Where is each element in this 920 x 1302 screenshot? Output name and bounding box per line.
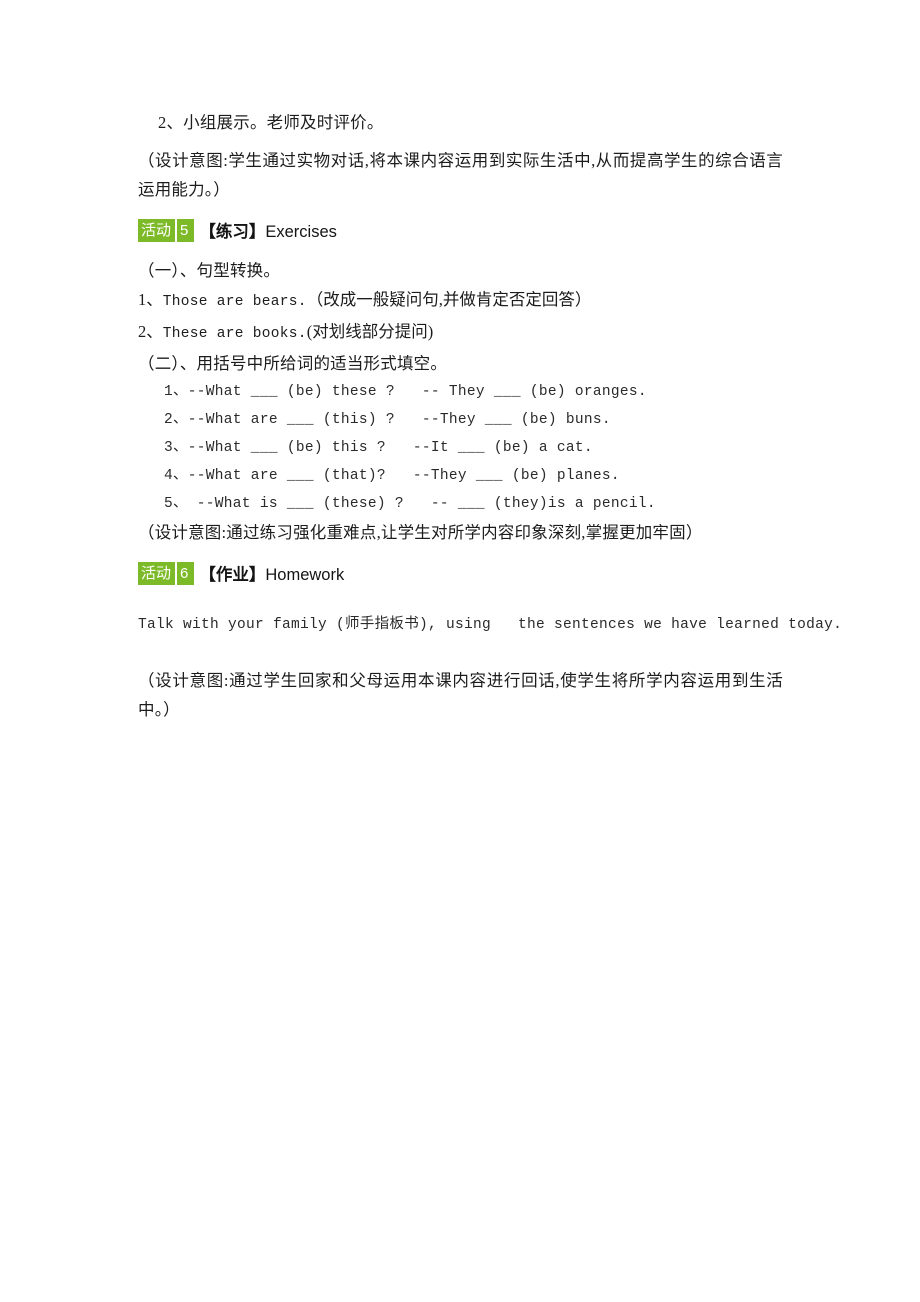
list-item: 1、Those are bears.（改成一般疑问句,并做肯定否定回答）: [138, 285, 783, 317]
item-english: These are books.: [162, 326, 307, 342]
item-english: Those are bears.: [162, 294, 307, 310]
document-page: 2、小组展示。老师及时评价。 （设计意图:学生通过实物对话,将本课内容运用到实际…: [138, 0, 843, 724]
exercise-line: 5、 --What is ___ (these) ? -- ___ (they)…: [164, 496, 656, 512]
activity-badge-separator: [175, 561, 178, 585]
section-two-title: （二）、用括号中所给词的适当形式填空。: [138, 354, 448, 373]
activity-badge-number: 6: [180, 564, 189, 582]
item-number: 1、: [138, 290, 163, 309]
exercise-line: 2、--What are ___ (this) ? --They ___ (be…: [164, 412, 611, 428]
activity-title-en-6: Homework: [265, 566, 345, 584]
exercise-line: 4、--What are ___ (that)? --They ___ (be)…: [164, 468, 620, 484]
item-cjk: （改成一般疑问句,并做肯定否定回答）: [306, 290, 592, 309]
activity-title-5: 【练习】Exercises: [199, 218, 337, 242]
activity-title-en-5: Exercises: [265, 223, 337, 241]
activity-heading-5: 活动 5 【练习】Exercises: [138, 218, 783, 242]
homework-line: Talk with your family (师手指板书), using the…: [138, 617, 843, 633]
design-note-3: （设计意图:通过学生回家和父母运用本课内容进行回话,使学生将所学内容运用到生活中…: [138, 671, 783, 719]
item-number: 2、: [138, 322, 163, 341]
exercise-line: 3、--What ___ (be) this ? --It ___ (be) a…: [164, 440, 593, 456]
item-cjk: (对划线部分提问): [306, 322, 434, 341]
activity-title-cjk-6: 【作业】: [199, 566, 266, 584]
activity-badge-5: 活动 5: [138, 218, 195, 242]
section-one-title: （一）、句型转换。: [138, 261, 281, 280]
design-note-2: （设计意图:通过练习强化重难点,让学生对所学内容印象深刻,掌握更加牢固）: [138, 523, 703, 542]
activity-title-6: 【作业】Homework: [199, 561, 344, 585]
group-show-line: 2、小组展示。老师及时评价。: [158, 113, 384, 132]
activity-badge-number: 5: [180, 221, 189, 239]
activity-title-cjk-5: 【练习】: [199, 223, 266, 241]
activity-heading-6: 活动 6 【作业】Homework: [138, 561, 783, 585]
list-item: 2、These are books.(对划线部分提问): [138, 317, 783, 349]
activity-badge-word: 活动: [141, 564, 172, 582]
activity-badge-separator: [175, 218, 178, 242]
activity-badge-6: 活动 6: [138, 561, 195, 585]
exercise-line: 1、--What ___ (be) these ? -- They ___ (b…: [164, 384, 647, 400]
activity-badge-word: 活动: [141, 221, 172, 239]
top-margin: [138, 0, 783, 108]
design-note-1: （设计意图:学生通过实物对话,将本课内容运用到实际生活中,从而提高学生的综合语言…: [138, 151, 783, 199]
